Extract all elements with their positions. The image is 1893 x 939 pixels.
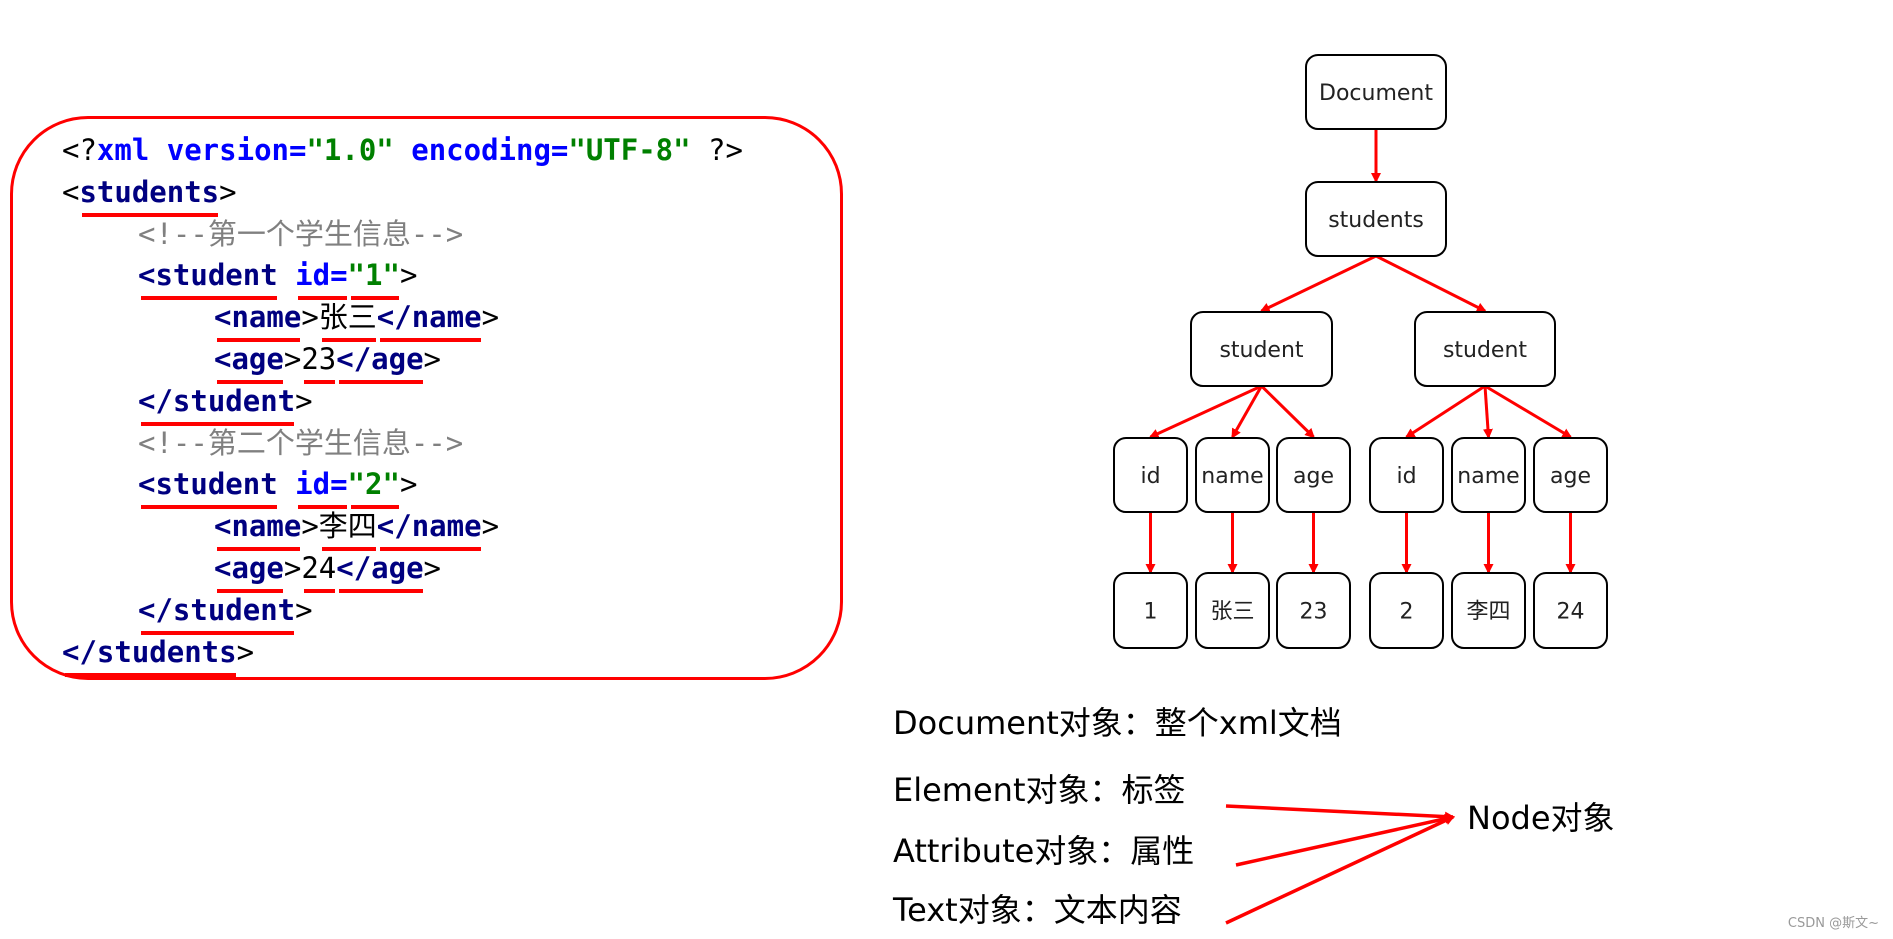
tree-node-age1: age (1276, 437, 1351, 513)
tree-node-id2: id (1369, 437, 1444, 513)
tree-node-age2: age (1533, 437, 1608, 513)
tree-node-label: 张三 (1210, 600, 1254, 625)
tree-edge-students-student1 (1259, 254, 1377, 313)
tree-node-label: age (1293, 464, 1334, 489)
legend-attribute: Attribute对象：属性 (893, 832, 1195, 870)
tree-node-label: 1 (1144, 600, 1158, 625)
tree-node-student1: student (1190, 311, 1333, 387)
tree-node-label: students (1328, 208, 1424, 233)
legend-document: Document对象：整个xml文档 (893, 704, 1342, 742)
legend-arrow-attribute (1235, 813, 1455, 867)
tree-node-label: Document (1319, 81, 1433, 106)
tree-node-label: name (1201, 464, 1263, 489)
legend-arrow-text (1225, 815, 1455, 925)
tree-node-v_name2: 李四 (1451, 572, 1526, 649)
tree-node-label: age (1550, 464, 1591, 489)
tree-node-v_name1: 张三 (1195, 572, 1270, 649)
legend-text: Text对象：文本内容 (893, 891, 1182, 929)
tree-node-id1: id (1113, 437, 1188, 513)
tree-node-name1: name (1195, 437, 1270, 513)
tree-node-students: students (1305, 181, 1447, 257)
tree-node-student2: student (1414, 311, 1556, 387)
tree-node-label: id (1396, 464, 1416, 489)
legend-arrow-element (1225, 804, 1455, 822)
tree-node-label: 李四 (1466, 600, 1510, 625)
tree-node-label: 23 (1300, 600, 1328, 625)
tree-edge-student2-age2 (1484, 384, 1573, 439)
tree-node-v_id1: 1 (1113, 572, 1188, 649)
tree-node-v_id2: 2 (1369, 572, 1444, 649)
legend-node: Node对象 (1467, 799, 1615, 837)
tree-node-label: student (1443, 338, 1527, 363)
tree-edge-student2-name2 (1482, 385, 1493, 439)
tree-edge-student1-id1 (1148, 384, 1263, 439)
watermark: CSDN @斯文~ (1787, 916, 1879, 931)
tree-node-label: 24 (1557, 600, 1585, 625)
tree-node-name2: name (1451, 437, 1526, 513)
tree-node-label: id (1140, 464, 1160, 489)
legend-element: Element对象：标签 (893, 771, 1186, 809)
tree-edge-student2-id2 (1404, 384, 1486, 439)
tree-node-document: Document (1305, 54, 1447, 130)
tree-node-label: name (1457, 464, 1519, 489)
tree-node-v_age1: 23 (1276, 572, 1351, 649)
tree-edge-student1-age1 (1260, 384, 1315, 439)
tree-edge-students-student2 (1375, 254, 1487, 313)
tree-node-v_age2: 24 (1533, 572, 1608, 649)
tree-node-label: 2 (1400, 600, 1414, 625)
tree-node-label: student (1219, 338, 1303, 363)
